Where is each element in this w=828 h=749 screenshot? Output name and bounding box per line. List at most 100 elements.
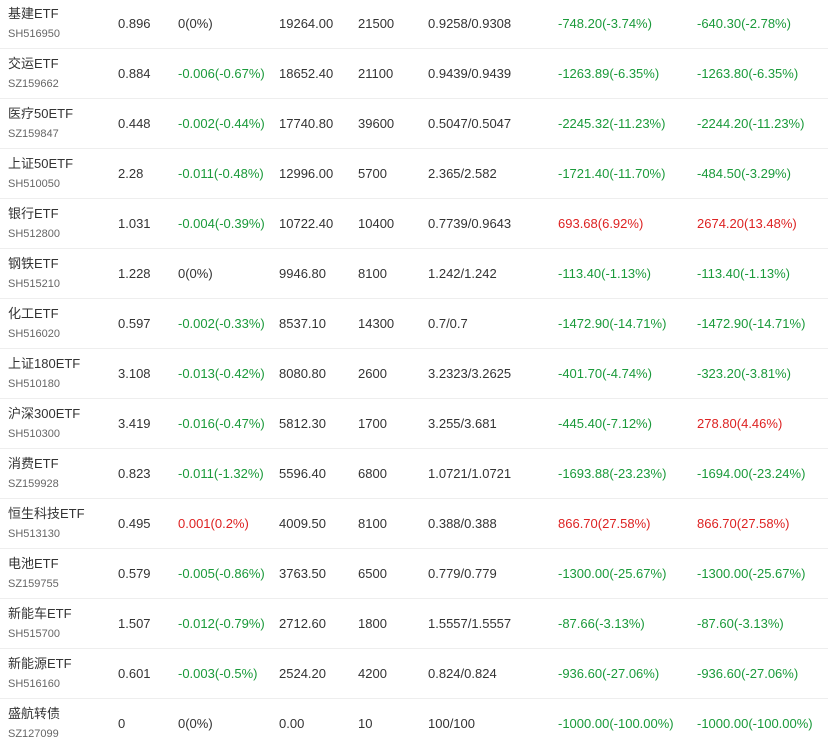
market-value-cell: 5596.40	[279, 466, 326, 481]
table-row[interactable]: 钢铁ETF SH515210 1.228 0(0%) 9946.80 8100 1.242/…	[0, 249, 828, 299]
market-value-cell: 19264.00	[279, 16, 334, 31]
profit-loss-cell: -2245.32(-11.23%)	[558, 116, 666, 131]
cost-cell: 1.242/1.242	[428, 266, 497, 281]
cost-cell: 0.824/0.824	[428, 666, 497, 681]
table-row[interactable]: 新能车ETF SH515700 1.507 -0.012(-0.79%) 2712.60…	[0, 599, 828, 649]
cost-cell: 1.5557/1.5557	[428, 616, 512, 631]
cost-cell: 100/100	[428, 716, 475, 731]
table-row[interactable]: 化工ETF SH516020 0.597 -0.002(-0.33%) 8537.10 1…	[0, 299, 828, 349]
security-name[interactable]: 沪深300ETF	[8, 406, 80, 422]
cost-cell: 0.779/0.779	[428, 566, 497, 581]
profit-loss-alt-cell: -1263.80(-6.35%)	[697, 66, 799, 81]
market-value-cell: 8080.80	[279, 366, 326, 381]
price-cell: 0.601	[118, 666, 151, 681]
profit-loss-alt-cell: 278.80(4.46%)	[697, 416, 783, 431]
profit-loss-cell: -1721.40(-11.70%)	[558, 166, 666, 181]
cost-cell: 0.5047/0.5047	[428, 116, 512, 131]
security-name[interactable]: 消费ETF	[8, 456, 59, 472]
price-cell: 0	[118, 716, 126, 731]
market-value-cell: 18652.40	[279, 66, 334, 81]
price-cell: 0.495	[118, 516, 151, 531]
table-row[interactable]: 上证180ETF SH510180 3.108 -0.013(-0.42%) 8080.…	[0, 349, 828, 399]
quantity-cell: 10	[358, 716, 373, 731]
profit-loss-cell: -1300.00(-25.67%)	[558, 566, 667, 581]
profit-loss-cell: -87.66(-3.13%)	[558, 616, 645, 631]
security-name[interactable]: 钢铁ETF	[8, 256, 59, 272]
security-name[interactable]: 恒生科技ETF	[8, 506, 85, 522]
table-row[interactable]: 盛航转债 SZ127099 0 0(0%) 0.00 10 100/100 -1000.00(…	[0, 699, 828, 749]
table-row[interactable]: 电池ETF SZ159755 0.579 -0.005(-0.86%) 3763.50 6…	[0, 549, 828, 599]
security-name[interactable]: 基建ETF	[8, 6, 59, 22]
change-cell: -0.013(-0.42%)	[178, 366, 265, 381]
quantity-cell: 10400	[358, 216, 395, 231]
table-row[interactable]: 医疗50ETF SZ159847 0.448 -0.002(-0.44%) 17740.…	[0, 99, 828, 149]
quantity-cell: 6800	[358, 466, 387, 481]
table-row[interactable]: 新能源ETF SH516160 0.601 -0.003(-0.5%) 2524.20 4…	[0, 649, 828, 699]
change-cell: -0.006(-0.67%)	[178, 66, 265, 81]
table-row[interactable]: 基建ETF SH516950 0.896 0(0%) 19264.00 21500 0.92…	[0, 0, 828, 49]
quantity-cell: 21100	[358, 66, 394, 81]
price-cell: 3.108	[118, 366, 151, 381]
profit-loss-alt-cell: -87.60(-3.13%)	[697, 616, 784, 631]
change-cell: -0.011(-1.32%)	[178, 466, 264, 481]
profit-loss-cell: 866.70(27.58%)	[558, 516, 651, 531]
change-cell: 0(0%)	[178, 266, 213, 281]
table-row[interactable]: 消费ETF SZ159928 0.823 -0.011(-1.32%) 5596.40 6…	[0, 449, 828, 499]
change-cell: 0(0%)	[178, 16, 213, 31]
cost-cell: 1.0721/1.0721	[428, 466, 512, 481]
quantity-cell: 2600	[358, 366, 387, 381]
price-cell: 0.579	[118, 566, 151, 581]
market-value-cell: 9946.80	[279, 266, 326, 281]
profit-loss-cell: -748.20(-3.74%)	[558, 16, 652, 31]
cost-cell: 0.9258/0.9308	[428, 16, 512, 31]
profit-loss-alt-cell: -640.30(-2.78%)	[697, 16, 791, 31]
market-value-cell: 5812.30	[279, 416, 326, 431]
profit-loss-cell: 693.68(6.92%)	[558, 216, 644, 231]
security-code: SH516950	[8, 28, 60, 40]
change-cell: -0.011(-0.48%)	[178, 166, 264, 181]
security-name[interactable]: 电池ETF	[8, 556, 59, 572]
market-value-cell: 12996.00	[279, 166, 334, 181]
quantity-cell: 6500	[358, 566, 387, 581]
security-name[interactable]: 化工ETF	[8, 306, 59, 322]
profit-loss-cell: -113.40(-1.13%)	[558, 266, 651, 281]
profit-loss-alt-cell: 2674.20(13.48%)	[697, 216, 797, 231]
security-name[interactable]: 银行ETF	[8, 206, 59, 222]
table-row[interactable]: 银行ETF SH512800 1.031 -0.004(-0.39%) 10722.40…	[0, 199, 828, 249]
security-code: SH512800	[8, 228, 60, 240]
security-code: SZ159662	[8, 78, 59, 90]
quantity-cell: 5700	[358, 166, 387, 181]
profit-loss-alt-cell: -484.50(-3.29%)	[697, 166, 791, 181]
security-code: SZ159928	[8, 478, 59, 490]
security-name[interactable]: 医疗50ETF	[8, 106, 73, 122]
quantity-cell: 1800	[358, 616, 387, 631]
security-code: SH513130	[8, 528, 60, 540]
quantity-cell: 21500	[358, 16, 395, 31]
security-name[interactable]: 盛航转债	[8, 706, 60, 722]
market-value-cell: 10722.40	[279, 216, 334, 231]
security-name[interactable]: 新能源ETF	[8, 656, 72, 672]
cost-cell: 0.388/0.388	[428, 516, 497, 531]
cost-cell: 2.365/2.582	[428, 166, 497, 181]
profit-loss-alt-cell: -113.40(-1.13%)	[697, 266, 790, 281]
security-code: SH516160	[8, 678, 60, 690]
table-row[interactable]: 恒生科技ETF SH513130 0.495 0.001(0.2%) 4009.50 81…	[0, 499, 828, 549]
quantity-cell: 1700	[358, 416, 387, 431]
profit-loss-cell: -1693.88(-23.23%)	[558, 466, 667, 481]
security-name[interactable]: 上证180ETF	[8, 356, 80, 372]
profit-loss-alt-cell: -1694.00(-23.24%)	[697, 466, 806, 481]
security-name[interactable]: 上证50ETF	[8, 156, 73, 172]
security-code: SZ127099	[8, 728, 59, 740]
price-cell: 0.448	[118, 116, 151, 131]
security-code: SH510180	[8, 378, 60, 390]
table-row[interactable]: 上证50ETF SH510050 2.28 -0.011(-0.48%) 12996.0…	[0, 149, 828, 199]
security-name[interactable]: 新能车ETF	[8, 606, 72, 622]
profit-loss-cell: -1472.90(-14.71%)	[558, 316, 667, 331]
security-name[interactable]: 交运ETF	[8, 56, 59, 72]
cost-cell: 3.2323/3.2625	[428, 366, 512, 381]
profit-loss-alt-cell: -936.60(-27.06%)	[697, 666, 799, 681]
table-row[interactable]: 交运ETF SZ159662 0.884 -0.006(-0.67%) 18652.40…	[0, 49, 828, 99]
price-cell: 0.884	[118, 66, 151, 81]
table-row[interactable]: 沪深300ETF SH510300 3.419 -0.016(-0.47%) 5812.…	[0, 399, 828, 449]
holdings-table: 基建ETF SH516950 0.896 0(0%) 19264.00 21500 0.92…	[0, 0, 828, 749]
